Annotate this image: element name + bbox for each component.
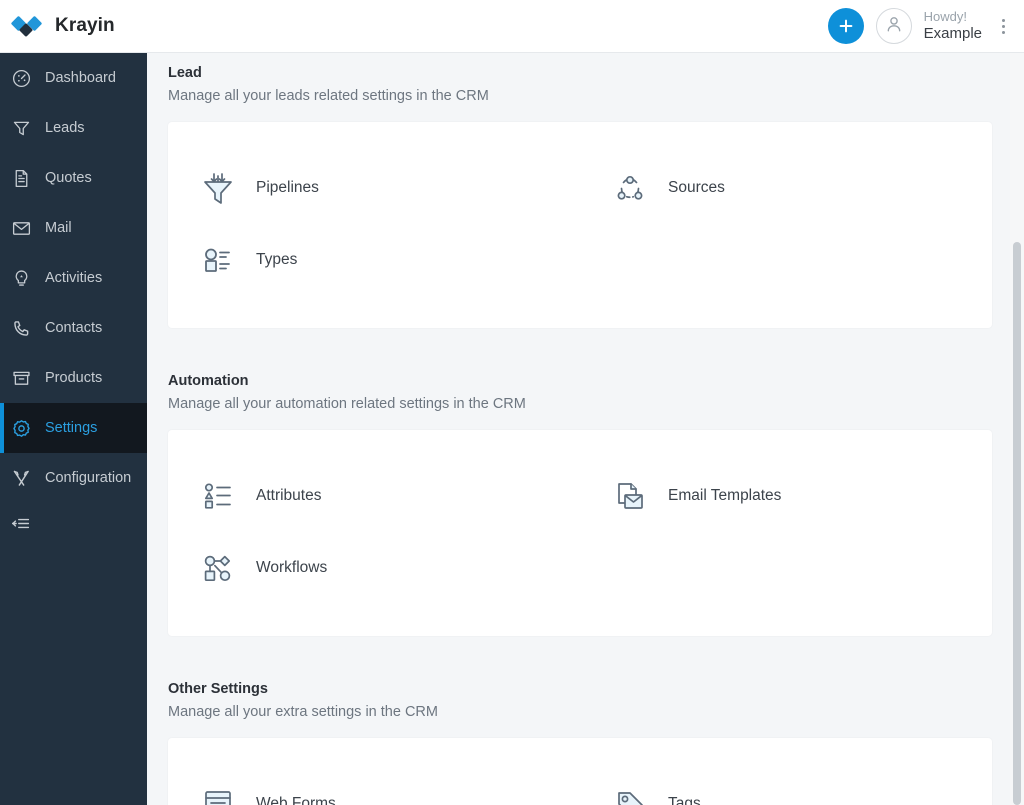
- section-other-settings: Other Settings Manage all your extra set…: [168, 669, 992, 805]
- sidebar-item-label: Dashboard: [45, 70, 116, 86]
- pipeline-funnel-icon: [198, 168, 238, 208]
- gear-icon: [10, 417, 32, 439]
- user-avatar-icon: [883, 13, 905, 40]
- settings-card: Pipelines Sources Types: [168, 122, 992, 328]
- section-title: Lead: [168, 65, 202, 81]
- brand-name: Krayin: [55, 15, 115, 36]
- sidebar-item-label: Contacts: [45, 320, 103, 336]
- setting-link-pipelines[interactable]: Pipelines: [168, 152, 580, 224]
- sidebar-item-label: Quotes: [45, 170, 92, 186]
- attributes-list-icon: [198, 476, 238, 516]
- kebab-dot: [1001, 24, 1005, 28]
- add-button[interactable]: [827, 8, 864, 44]
- settings-card: Web Forms Tags: [168, 738, 992, 805]
- section-automation: Automation Manage all your automation re…: [168, 361, 992, 636]
- setting-link-label: Types: [256, 251, 298, 268]
- setting-link-attributes[interactable]: Attributes: [168, 460, 580, 532]
- section-title: Automation: [168, 373, 249, 389]
- document-icon: [10, 167, 32, 189]
- sidebar-item-label: Activities: [45, 270, 103, 286]
- sidebar-item-dashboard[interactable]: Dashboard: [0, 53, 147, 103]
- types-shapes-list-icon: [198, 240, 238, 280]
- app-header: Krayin Howdy! Example: [0, 0, 1024, 53]
- funnel-icon: [10, 117, 32, 139]
- sidebar-item-mail[interactable]: Mail: [0, 203, 147, 253]
- setting-link-workflows[interactable]: Workflows: [168, 532, 580, 604]
- sidebar-item-activities[interactable]: Activities: [0, 253, 147, 303]
- setting-link-label: Pipelines: [256, 179, 319, 196]
- web-form-icon: [198, 784, 238, 805]
- brand[interactable]: Krayin: [0, 0, 147, 53]
- kebab-dot: [1001, 30, 1005, 34]
- user-name: Example: [923, 24, 982, 42]
- section-lead: Lead Manage all your leads related setti…: [168, 53, 992, 328]
- collapse-sidebar-button[interactable]: [0, 503, 147, 549]
- sidebar-item-leads[interactable]: Leads: [0, 103, 147, 153]
- sidebar-item-products[interactable]: Products: [0, 353, 147, 403]
- setting-link-email-templates[interactable]: Email Templates: [580, 460, 992, 532]
- tag-icon: [610, 784, 650, 805]
- email-template-icon: [610, 476, 650, 516]
- setting-link-label: Web Forms: [256, 795, 336, 805]
- setting-link-sources[interactable]: Sources: [580, 152, 992, 224]
- sidebar-item-label: Products: [45, 370, 103, 386]
- settings-scroll-area: Lead Manage all your leads related setti…: [147, 53, 1024, 805]
- setting-link-label: Email Templates: [668, 487, 782, 504]
- greeting-text: Howdy!: [923, 9, 967, 25]
- workflow-nodes-icon: [198, 548, 238, 588]
- setting-link-tags[interactable]: Tags: [580, 768, 992, 805]
- phone-icon: [10, 317, 32, 339]
- section-subtitle: Manage all your extra settings in the CR…: [168, 704, 438, 720]
- setting-link-label: Attributes: [256, 487, 322, 504]
- section-subtitle: Manage all your leads related settings i…: [168, 88, 489, 104]
- envelope-icon: [10, 217, 32, 239]
- section-title: Other Settings: [168, 681, 268, 697]
- setting-link-label: Workflows: [256, 559, 328, 576]
- kebab-menu-icon[interactable]: [994, 8, 1012, 44]
- user-greeting[interactable]: Howdy! Example: [924, 9, 982, 42]
- tools-cross-icon: [10, 467, 32, 489]
- sidebar-item-configuration[interactable]: Configuration: [0, 453, 147, 503]
- speedometer-icon: [10, 67, 32, 89]
- sidebar-item-label: Leads: [45, 120, 85, 136]
- sidebar-item-settings[interactable]: Settings: [0, 403, 147, 453]
- plus-icon: [837, 17, 855, 35]
- avatar[interactable]: [875, 8, 912, 44]
- section-subtitle: Manage all your automation related setti…: [168, 396, 526, 412]
- archive-box-icon: [10, 367, 32, 389]
- vertical-scrollbar[interactable]: [1010, 53, 1024, 805]
- kebab-dot: [1001, 18, 1005, 22]
- scrollbar-thumb[interactable]: [1013, 242, 1021, 805]
- header-actions: Howdy! Example: [827, 0, 1024, 53]
- sidebar-item-label: Mail: [45, 220, 72, 236]
- sidebar: Dashboard Leads Quotes Mail Activities C…: [0, 53, 147, 805]
- setting-link-label: Tags: [668, 795, 701, 805]
- krayin-diamond-logo-icon: [11, 13, 45, 39]
- sidebar-item-quotes[interactable]: Quotes: [0, 153, 147, 203]
- sidebar-item-label: Configuration: [45, 470, 132, 486]
- setting-link-label: Sources: [668, 179, 725, 196]
- sources-network-icon: [610, 168, 650, 208]
- settings-card: Attributes Email Templates Workflows: [168, 430, 992, 636]
- setting-link-types[interactable]: Types: [168, 224, 580, 296]
- setting-link-web-forms[interactable]: Web Forms: [168, 768, 580, 805]
- sidebar-item-label: Settings: [45, 420, 98, 436]
- collapse-sidebar-icon: [10, 513, 31, 539]
- sidebar-item-contacts[interactable]: Contacts: [0, 303, 147, 353]
- main-content: Lead Manage all your leads related setti…: [147, 53, 1024, 805]
- lightbulb-icon: [10, 267, 32, 289]
